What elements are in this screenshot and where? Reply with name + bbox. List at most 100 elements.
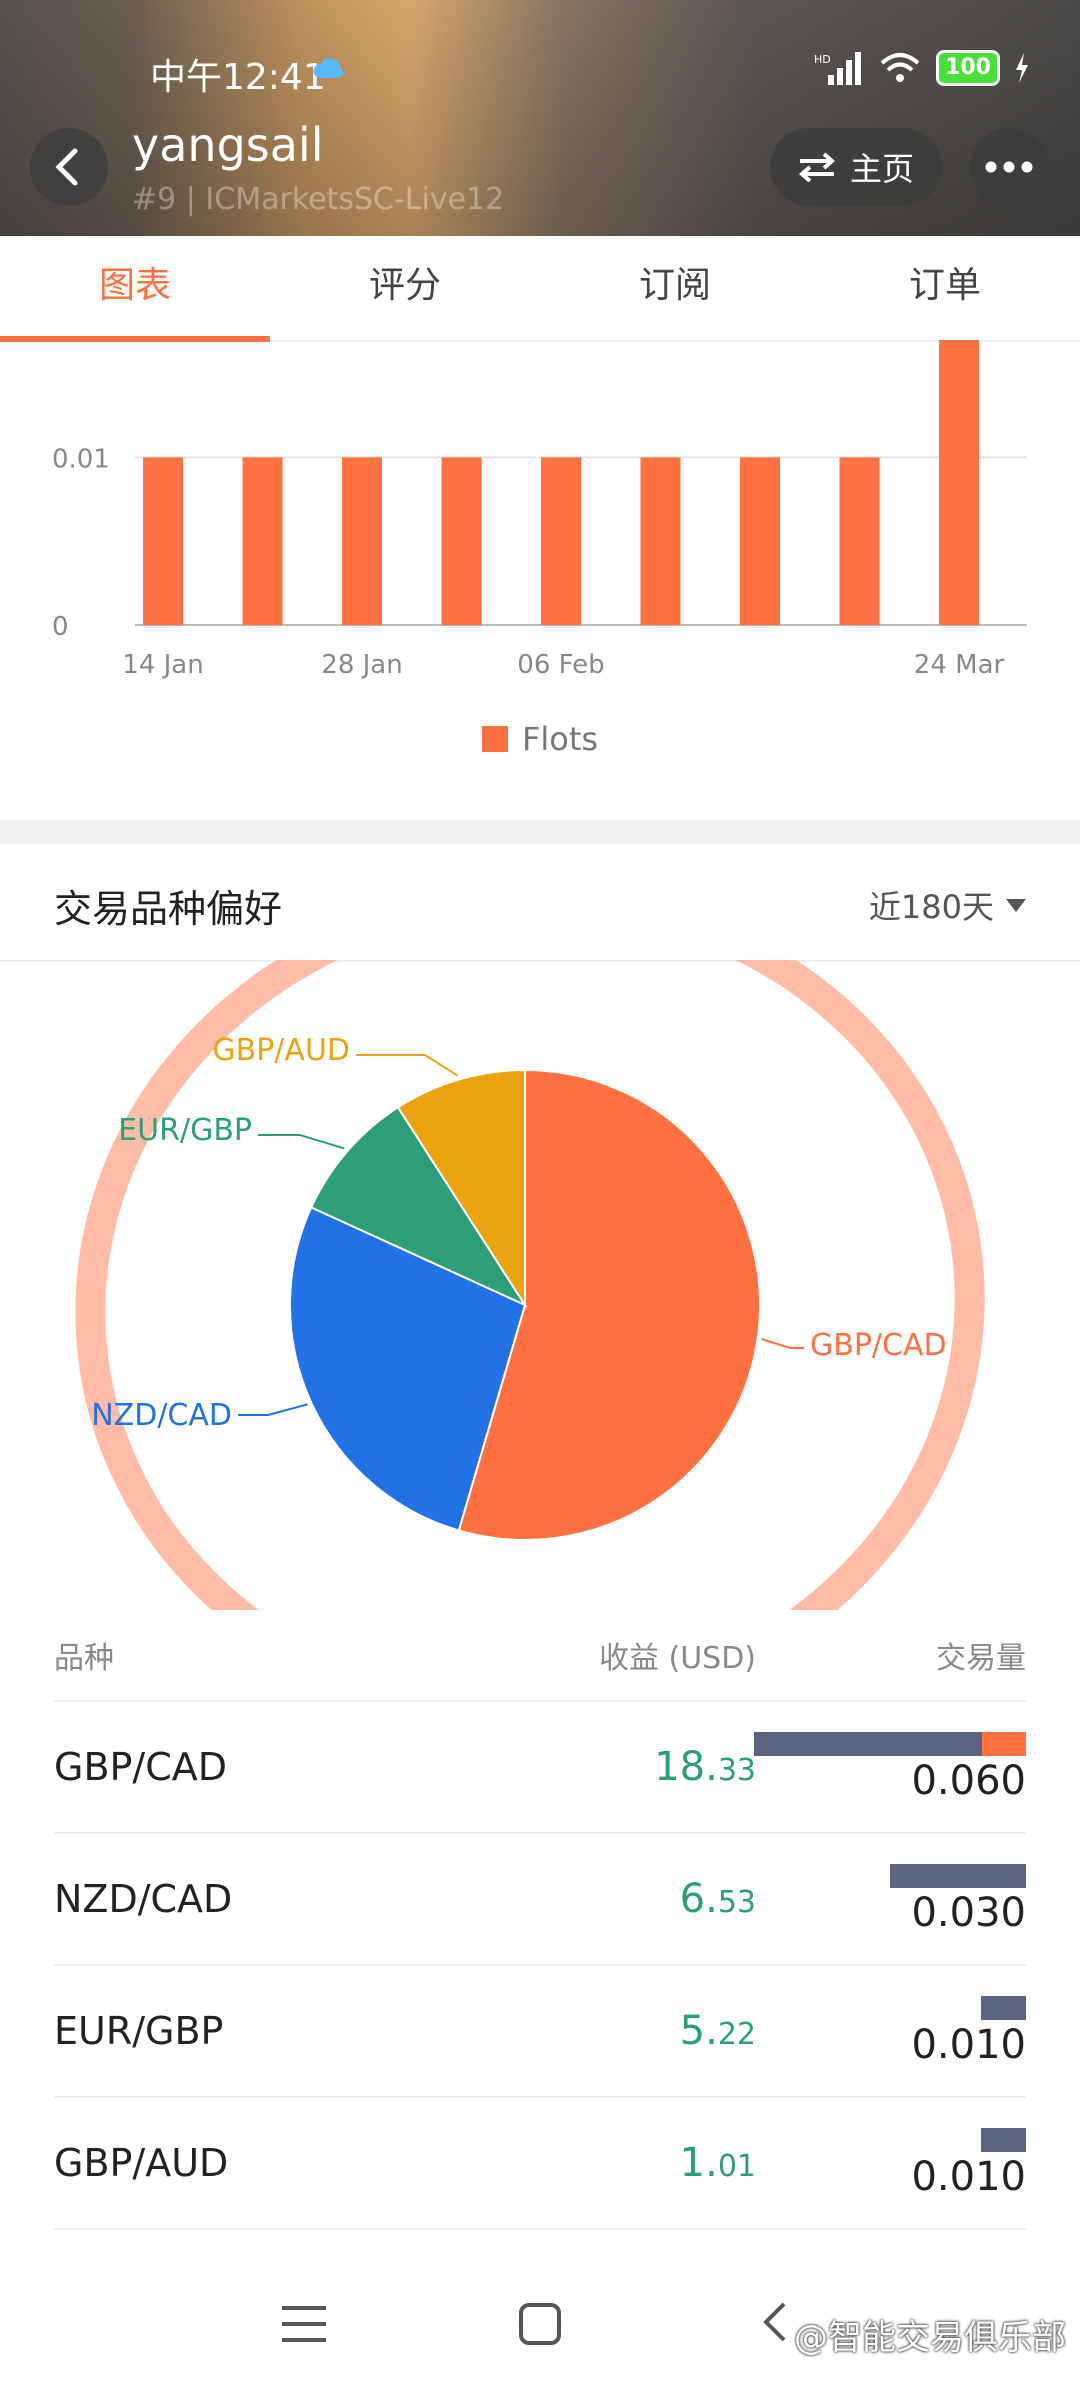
- volume-bar: [980, 2128, 1026, 2152]
- tab-rating[interactable]: 评分: [270, 236, 540, 340]
- volume-bar: [890, 1864, 1026, 1888]
- profit-decimal: 22: [717, 2017, 756, 2052]
- legend-swatch: [481, 726, 508, 752]
- status-time: 中午12:41: [150, 57, 326, 98]
- weather-icon: [313, 58, 344, 78]
- tab-orders[interactable]: 订单: [810, 236, 1080, 340]
- home-square-icon[interactable]: [518, 2302, 562, 2346]
- symbol-cell: NZD/CAD: [54, 1877, 233, 1921]
- status-icons: HD 100: [814, 50, 1030, 86]
- svg-text:HD: HD: [814, 53, 831, 66]
- volume-bar: [754, 1732, 1026, 1756]
- profit-decimal: 53: [717, 1885, 756, 1920]
- table-row[interactable]: GBP/AUD 1.01 0.010: [54, 2098, 1026, 2230]
- pie-label: GBP/AUD: [212, 1033, 350, 1068]
- volume-value: 0.010: [911, 2154, 1026, 2200]
- pie-label: NZD/CAD: [91, 1398, 232, 1433]
- volume-cell: 0.060: [754, 1702, 1026, 1832]
- x-tick-label: 24 Mar: [914, 650, 1005, 680]
- back-nav-icon[interactable]: [760, 2300, 790, 2344]
- volume-value: 0.030: [911, 1890, 1026, 1936]
- header-volume: 交易量: [936, 1641, 1026, 1676]
- menu-icon[interactable]: [282, 2304, 326, 2344]
- pie-label-line: [356, 1054, 459, 1077]
- tab-chart[interactable]: 图表: [0, 236, 270, 342]
- volume-bar: [980, 1996, 1026, 2020]
- period-selector[interactable]: 近180天: [869, 882, 1026, 928]
- bar-chart-legend: Flots: [0, 720, 1080, 758]
- volume-value: 0.060: [911, 1758, 1026, 1804]
- volume-value: 0.010: [911, 2022, 1026, 2068]
- x-tick-label: 14 Jan: [122, 650, 203, 680]
- pie-label: GBP/CAD: [810, 1328, 947, 1363]
- symbol-cell: GBP/CAD: [54, 1745, 228, 1789]
- symbol-table: 品种 收益 (USD) 交易量 GBP/CAD 18.33 0.060 NZD/…: [54, 1610, 1026, 2230]
- caret-down-icon: [1006, 898, 1026, 912]
- section-divider: [0, 820, 1080, 844]
- pie-label-line: [761, 1338, 804, 1349]
- volume-cell: 0.010: [756, 1966, 1026, 2096]
- chevron-left-icon: [55, 148, 78, 186]
- bar: [839, 457, 880, 625]
- volume-bar-closed: [890, 1864, 1026, 1888]
- profit-cell: 5.22: [474, 2008, 756, 2054]
- bar: [441, 457, 482, 625]
- pie-label: EUR/GBP: [118, 1113, 252, 1148]
- table-row[interactable]: NZD/CAD 6.53 0.030: [54, 1834, 1026, 1966]
- watermark: @智能交易俱乐部: [794, 2318, 1066, 2358]
- volume-bar-closed: [980, 1996, 1026, 2020]
- legend-label: Flots: [521, 720, 599, 758]
- period-label: 近180天: [868, 888, 994, 926]
- y-tick-label: 0: [52, 612, 69, 642]
- charging-icon: [1016, 53, 1028, 83]
- tab-subscription[interactable]: 订阅: [540, 236, 810, 340]
- symbol-cell: EUR/GBP: [54, 2009, 224, 2053]
- wifi-icon: [880, 53, 920, 82]
- profit-decimal: 01: [717, 2149, 756, 2184]
- bar: [939, 340, 979, 625]
- y-tick-label: 0.01: [52, 444, 110, 474]
- tab-bar: 图表 评分 订阅 订单: [0, 236, 1080, 342]
- profit-integer: 5.: [679, 2008, 718, 2054]
- home-button[interactable]: 主页: [770, 128, 942, 206]
- account-subtitle: #9 | ICMarketsSC-Live12: [132, 182, 505, 217]
- volume-bar-open: [982, 1732, 1026, 1756]
- bar: [740, 457, 780, 625]
- symbol-cell: GBP/AUD: [54, 2141, 229, 2185]
- bar: [640, 457, 681, 625]
- x-tick-label: 28 Jan: [321, 650, 402, 680]
- volume-cell: 0.030: [756, 1834, 1026, 1964]
- bar: [541, 457, 581, 625]
- profit-integer: 1.: [679, 2140, 718, 2186]
- header-symbol: 品种: [54, 1641, 114, 1676]
- profit-decimal: 33: [717, 1753, 756, 1788]
- back-button[interactable]: [30, 128, 108, 206]
- pie-label-line: [258, 1134, 345, 1150]
- table-row[interactable]: EUR/GBP 5.22 0.010: [54, 1966, 1026, 2098]
- pie-label-line: [238, 1403, 308, 1416]
- bar: [242, 457, 283, 625]
- signal-icon: HD: [814, 52, 862, 85]
- home-button-label: 主页: [849, 150, 914, 188]
- swap-icon: [798, 152, 836, 182]
- volume-bar-closed: [980, 2128, 1026, 2152]
- bar: [342, 457, 382, 625]
- volume-cell: 0.010: [756, 2098, 1026, 2228]
- more-icon: [985, 161, 1033, 173]
- more-options-button[interactable]: [970, 128, 1048, 206]
- battery-indicator: 100: [936, 50, 1000, 86]
- profit-cell: 1.01: [474, 2140, 756, 2186]
- volume-bar-closed: [754, 1732, 983, 1756]
- table-header: 品种 收益 (USD) 交易量: [54, 1610, 1026, 1702]
- profit-integer: 18.: [654, 1744, 718, 1790]
- section-title: 交易品种偏好: [54, 887, 283, 931]
- header-profit: 收益 (USD): [598, 1641, 756, 1676]
- preference-section-header: 交易品种偏好 近180天: [0, 844, 1080, 962]
- username: yangsail: [132, 118, 324, 172]
- profit-cell: 6.53: [474, 1876, 756, 1922]
- profit-integer: 6.: [679, 1876, 718, 1922]
- table-row[interactable]: GBP/CAD 18.33 0.060: [54, 1702, 1026, 1834]
- profile-header: 中午12:41 HD 100 yangsail #9 | ICMarketsSC…: [0, 0, 1080, 236]
- symbol-pie-chart: GBP/CAD NZD/CAD EUR/GBP GBP/AUD: [75, 960, 985, 1610]
- bar: [143, 457, 183, 625]
